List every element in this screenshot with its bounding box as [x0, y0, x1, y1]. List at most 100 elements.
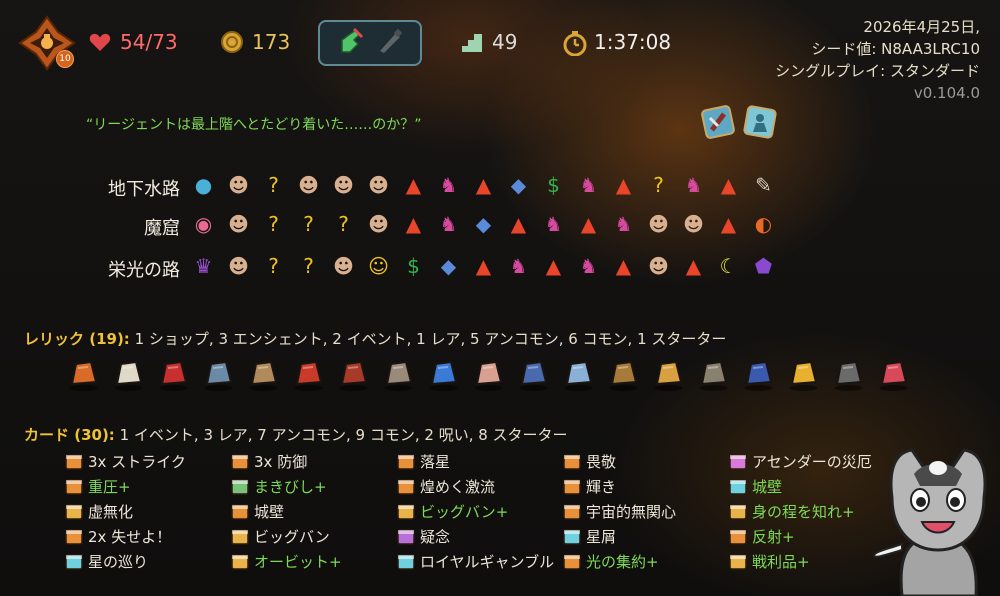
- rest-node-icon[interactable]: ▲: [610, 253, 637, 280]
- monster-node-icon[interactable]: ☻: [295, 172, 322, 199]
- toolbox-relic-icon[interactable]: [289, 354, 328, 393]
- card-entry[interactable]: ロイヤルギャンブル: [396, 550, 562, 573]
- pyramid-relic-icon[interactable]: [649, 354, 688, 393]
- card-entry[interactable]: オービット+: [230, 550, 396, 573]
- lipstick-relic-icon[interactable]: [874, 354, 913, 393]
- monster-node-icon[interactable]: ☻: [330, 172, 357, 199]
- chest-relic-icon[interactable]: [334, 354, 373, 393]
- card-entry[interactable]: 宇宙的無関心: [562, 500, 728, 523]
- run-date: 2026年4月25日,: [863, 18, 980, 36]
- card-list: 3x ストライク 3x 防御 落星 畏敬 アセンダーの災厄 重圧+ まきびし+ 煌めく激流 輝き…: [64, 450, 928, 573]
- monster-node-icon[interactable]: ☻: [645, 211, 672, 238]
- shop-node-icon[interactable]: ◆: [505, 172, 532, 199]
- teacup-relic-icon[interactable]: [469, 354, 508, 393]
- potion-slots[interactable]: [318, 20, 422, 66]
- card-entry[interactable]: ビッグバン: [230, 525, 396, 548]
- bag-relic-icon[interactable]: [109, 354, 148, 393]
- rest-node-icon[interactable]: ▲: [715, 211, 742, 238]
- elite-node-icon[interactable]: ♞: [435, 211, 462, 238]
- card-entry[interactable]: ビッグバン+: [396, 500, 562, 523]
- unknown-node-icon[interactable]: ?: [295, 211, 322, 238]
- rest-node-icon[interactable]: ▲: [470, 253, 497, 280]
- potion-icon[interactable]: [336, 26, 366, 60]
- card-entry[interactable]: 星の巡り: [64, 550, 230, 573]
- card-entry[interactable]: 虚無化: [64, 500, 230, 523]
- wooden-idol-relic-icon[interactable]: [604, 354, 643, 393]
- monster-node-icon[interactable]: ☻: [365, 172, 392, 199]
- potion-flask-relic-icon[interactable]: [154, 354, 193, 393]
- rest-node-icon[interactable]: ▲: [400, 172, 427, 199]
- monster-node-icon[interactable]: ☻: [330, 253, 357, 280]
- treasure-node-icon[interactable]: $: [540, 172, 567, 199]
- unknown-node-icon[interactable]: ?: [295, 253, 322, 280]
- card-name: 落星: [420, 453, 451, 471]
- card-icon: [396, 453, 416, 471]
- card-name: ビッグバン+: [420, 503, 509, 521]
- rest-node-icon[interactable]: ▲: [470, 172, 497, 199]
- unknown-fight-node-icon[interactable]: ?: [260, 253, 287, 280]
- rest-node-icon[interactable]: ▲: [610, 172, 637, 199]
- unknown-node-icon[interactable]: ?: [645, 172, 672, 199]
- rest-node-icon[interactable]: ▲: [680, 253, 707, 280]
- iron-ball-relic-icon[interactable]: [829, 354, 868, 393]
- card-entry[interactable]: 3x 防御: [230, 450, 396, 473]
- anchor-relic-icon[interactable]: [739, 354, 778, 393]
- boss-scroll-node-icon[interactable]: ✎: [750, 172, 777, 199]
- boss-yellow-node-icon[interactable]: ☾: [715, 253, 742, 280]
- card-entry[interactable]: 光の集約+: [562, 550, 728, 573]
- elite-node-icon[interactable]: ♞: [610, 211, 637, 238]
- monster-node-icon[interactable]: ☻: [365, 211, 392, 238]
- anvil-relic-icon[interactable]: [379, 354, 418, 393]
- elite-node-icon[interactable]: ♞: [435, 172, 462, 199]
- rat-relic-icon[interactable]: [199, 354, 238, 393]
- rest-node-icon[interactable]: ▲: [400, 211, 427, 238]
- shop-node-icon[interactable]: ◆: [435, 253, 462, 280]
- card-entry[interactable]: 畏敬: [562, 450, 728, 473]
- elite-node-icon[interactable]: ♞: [575, 172, 602, 199]
- monster-node-icon[interactable]: ☻: [225, 211, 252, 238]
- card-entry[interactable]: 疑念: [396, 525, 562, 548]
- ancient-purple-node-icon[interactable]: ♛: [190, 253, 217, 280]
- book-relic-icon[interactable]: [514, 354, 553, 393]
- monster-node-icon[interactable]: ☻: [225, 253, 252, 280]
- stone-tablet-relic-icon[interactable]: [694, 354, 733, 393]
- ancient-blue-node-icon[interactable]: ●: [190, 172, 217, 199]
- card-entry[interactable]: 煌めく激流: [396, 475, 562, 498]
- empty-potion-slot-icon[interactable]: [376, 27, 404, 59]
- monster-node-icon[interactable]: ☻: [645, 253, 672, 280]
- card-entry[interactable]: 3x ストライク: [64, 450, 230, 473]
- card-entry[interactable]: 重圧+: [64, 475, 230, 498]
- card-entry[interactable]: まきびし+: [230, 475, 396, 498]
- elite-node-icon[interactable]: ♞: [575, 253, 602, 280]
- rest-node-icon[interactable]: ▲: [540, 253, 567, 280]
- monster-node-icon[interactable]: ☻: [680, 211, 707, 238]
- shop-node-icon[interactable]: ◆: [470, 211, 497, 238]
- rest-node-icon[interactable]: ▲: [575, 211, 602, 238]
- unknown-node-icon[interactable]: ?: [260, 211, 287, 238]
- unknown-node-icon[interactable]: ?: [330, 211, 357, 238]
- character-portrait-alt-icon[interactable]: [742, 104, 778, 140]
- boss-orange-node-icon[interactable]: ◐: [750, 211, 777, 238]
- card-entry[interactable]: 城壁: [230, 500, 396, 523]
- rest-node-icon[interactable]: ▲: [715, 172, 742, 199]
- card-entry[interactable]: 星屑: [562, 525, 728, 548]
- lightning-relic-icon[interactable]: [424, 354, 463, 393]
- card-entry[interactable]: 落星: [396, 450, 562, 473]
- card-entry[interactable]: 2x 失せよ！: [64, 525, 230, 548]
- elite-node-icon[interactable]: ♞: [505, 253, 532, 280]
- banana-relic-icon[interactable]: [784, 354, 823, 393]
- ancient-eye-node-icon[interactable]: ◉: [190, 211, 217, 238]
- backpack-relic-icon[interactable]: [244, 354, 283, 393]
- boss-purple-node-icon[interactable]: ⬟: [750, 253, 777, 280]
- rest-node-icon[interactable]: ▲: [505, 211, 532, 238]
- card-entry[interactable]: 輝き: [562, 475, 728, 498]
- sword-shield-icon[interactable]: [700, 104, 736, 140]
- unknown-node-icon[interactable]: ?: [260, 172, 287, 199]
- elite-node-icon[interactable]: ♞: [680, 172, 707, 199]
- crystal-relic-icon[interactable]: [64, 354, 103, 393]
- event-yellow-node-icon[interactable]: ☺: [365, 253, 392, 280]
- map-relic-icon[interactable]: [559, 354, 598, 393]
- monster-node-icon[interactable]: ☻: [225, 172, 252, 199]
- treasure-node-icon[interactable]: $: [400, 253, 427, 280]
- elite-node-icon[interactable]: ♞: [540, 211, 567, 238]
